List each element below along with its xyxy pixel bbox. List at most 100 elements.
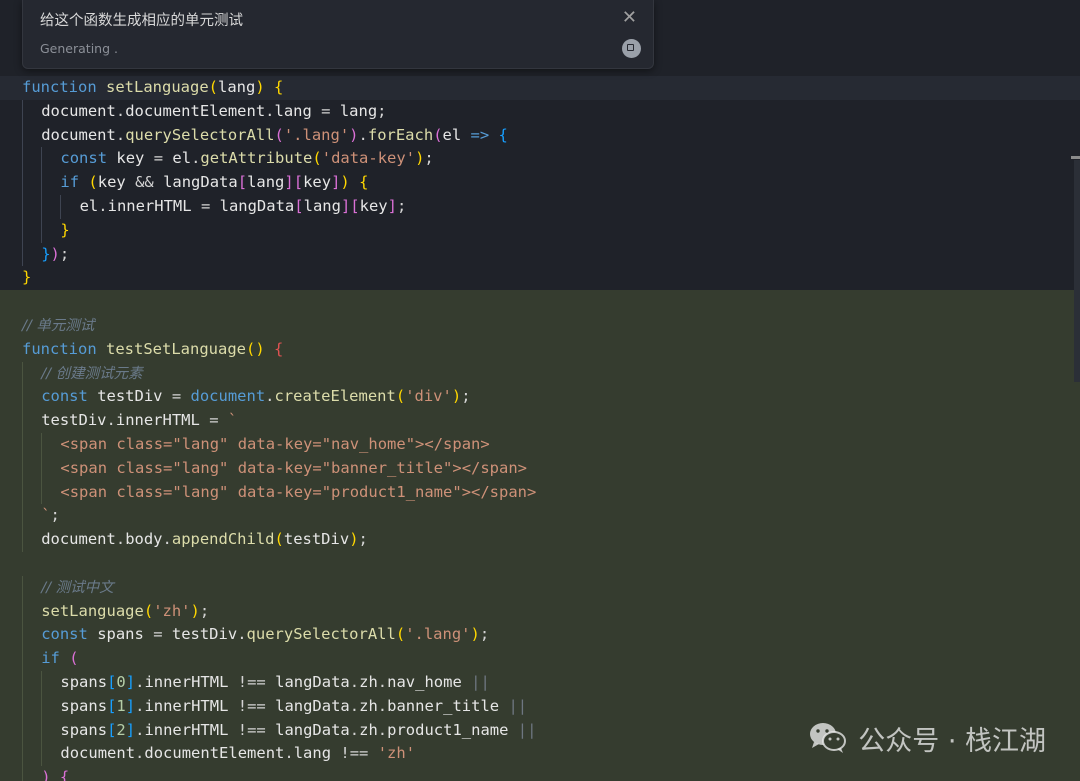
indent-guide — [22, 433, 23, 457]
code-token: testSetLanguage — [106, 339, 246, 358]
code-editor[interactable]: function setLanguage(lang) {document.doc… — [0, 0, 1080, 781]
code-token: ; — [396, 197, 407, 215]
code-token: innerHTML — [144, 673, 229, 691]
code-line[interactable]: // 创建测试元素 — [0, 361, 1080, 386]
code-token: 1 — [116, 696, 126, 715]
code-token: testDiv — [283, 530, 350, 549]
code-token: 2 — [116, 720, 126, 739]
code-line[interactable]: document.body.appendChild(testDiv); — [0, 528, 1080, 552]
code-token: . — [358, 125, 368, 144]
code-token: ( — [69, 649, 79, 668]
code-token: // 测试中文 — [41, 579, 114, 596]
code-token: ( — [143, 601, 154, 620]
code-token: ] — [125, 720, 136, 739]
code-line[interactable] — [0, 290, 1080, 314]
code-line[interactable]: `; — [0, 504, 1080, 529]
code-token: ) — [255, 78, 265, 96]
code-token: = — [199, 411, 228, 430]
code-token: zh — [359, 673, 378, 691]
code-line[interactable]: ) { — [0, 766, 1080, 781]
code-line[interactable]: spans[0].innerHTML !== langData.zh.nav_h… — [0, 671, 1080, 695]
code-token: class="lang" — [116, 482, 238, 501]
code-text: // 创建测试元素 — [41, 362, 142, 386]
code-line[interactable]: const spans = testDiv.querySelectorAll('… — [0, 623, 1080, 648]
code-token: ) — [349, 530, 359, 549]
indent-guide — [41, 147, 43, 172]
code-token: () — [245, 339, 274, 358]
indent-guide — [22, 599, 23, 624]
code-line[interactable]: <span class="lang" data-key="banner_titl… — [0, 456, 1080, 481]
code-token: innerHTML — [144, 720, 229, 739]
indent-guide — [22, 671, 23, 695]
code-token: [ — [294, 197, 304, 215]
code-line[interactable]: <span class="lang" data-key="nav_home"><… — [0, 433, 1080, 457]
code-token: && — [125, 173, 164, 192]
code-token: ] — [340, 197, 351, 215]
code-line[interactable]: spans[1].innerHTML !== langData.zh.banne… — [0, 694, 1080, 719]
indent-guide — [60, 195, 62, 219]
code-line[interactable]: } — [0, 218, 1080, 243]
code-token: lang — [339, 101, 378, 120]
code-token: 'zh' — [377, 744, 416, 763]
code-line[interactable]: }); — [0, 242, 1080, 267]
code-token: . — [135, 744, 145, 763]
code-token: zh — [359, 696, 378, 715]
code-line[interactable]: function testSetLanguage() { — [0, 337, 1080, 362]
indent-guide — [22, 171, 23, 195]
close-icon[interactable]: ✕ — [622, 7, 637, 28]
code-token: . — [98, 197, 108, 215]
code-token: zh — [359, 720, 378, 739]
code-token: { — [359, 173, 369, 192]
code-line[interactable]: // 测试中文 — [0, 575, 1080, 600]
indent-guide — [41, 671, 43, 695]
code-line[interactable]: if (key && langData[lang][key]) { — [0, 171, 1080, 195]
code-line[interactable] — [0, 552, 1080, 576]
code-token: ( — [208, 78, 218, 96]
code-line[interactable]: document.documentElement.lang = lang; — [0, 99, 1080, 124]
indent-guide — [22, 575, 23, 600]
code-token: langData — [219, 197, 295, 215]
code-line[interactable]: el.innerHTML = langData[lang][key]; — [0, 195, 1080, 219]
scrollbar-track[interactable] — [1074, 160, 1080, 382]
code-token: ) — [340, 173, 350, 192]
code-token: = — [144, 149, 173, 168]
stop-icon[interactable] — [622, 39, 641, 58]
ai-inline-chat-popup: 给这个函数生成相应的单元测试 ✕ Generating . — [22, 0, 654, 69]
code-text: ) { — [41, 766, 69, 781]
code-line[interactable]: } — [0, 266, 1080, 290]
indent-guide — [41, 718, 43, 743]
code-token: langData — [275, 673, 350, 691]
code-line[interactable]: <span class="lang" data-key="product1_na… — [0, 480, 1080, 505]
code-token: key — [359, 197, 388, 215]
code-text: function setLanguage(lang) { — [22, 76, 283, 100]
code-token: ` — [227, 411, 238, 430]
code-token: key — [97, 173, 126, 192]
code-text: // 测试中文 — [41, 576, 113, 600]
code-token: . — [265, 101, 275, 120]
code-line[interactable]: const key = el.getAttribute('data-key'); — [0, 147, 1080, 172]
code-token: . — [115, 125, 126, 144]
code-token: el — [442, 125, 462, 144]
code-token: ( — [395, 625, 406, 644]
code-line[interactable]: setLanguage('zh'); — [0, 599, 1080, 624]
code-token: // 单元测试 — [22, 318, 95, 334]
code-token: class="lang" — [116, 458, 238, 477]
code-line[interactable]: // 单元测试 — [0, 314, 1080, 338]
code-token: . — [284, 744, 294, 763]
scrollbar-marker[interactable] — [1071, 156, 1080, 159]
prompt-text: 给这个函数生成相应的单元测试 — [40, 13, 243, 29]
code-token: querySelectorAll — [246, 625, 396, 644]
indent-guide — [41, 480, 43, 505]
indent-guide — [22, 218, 23, 243]
code-line[interactable]: function setLanguage(lang) { — [0, 76, 1080, 100]
code-line[interactable]: if ( — [0, 647, 1080, 671]
indent-guide — [22, 147, 23, 172]
code-line[interactable]: document.querySelectorAll('.lang').forEa… — [0, 123, 1080, 148]
code-token: || — [499, 696, 528, 715]
code-token: el — [172, 149, 192, 168]
code-text: const spans = testDiv.querySelectorAll('… — [41, 623, 489, 647]
code-token: !== — [331, 744, 378, 763]
code-line[interactable]: const testDiv = document.createElement('… — [0, 385, 1080, 410]
code-token: innerHTML — [107, 197, 192, 215]
code-line[interactable]: testDiv.innerHTML = ` — [0, 409, 1080, 433]
